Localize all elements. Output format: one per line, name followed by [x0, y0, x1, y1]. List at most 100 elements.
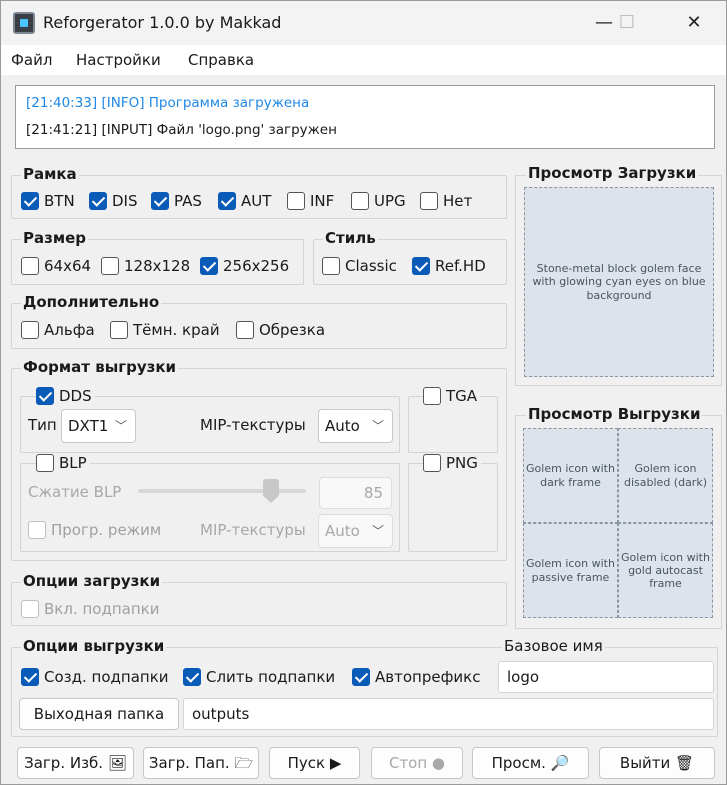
log-line: [21:40:33] [INFO] Программа загружена	[26, 95, 310, 111]
checkbox-box	[352, 668, 370, 686]
checkbox-box	[351, 192, 369, 210]
load-file-button[interactable]: Загр. Изб. 🖼	[17, 747, 134, 779]
checkbox-box	[89, 192, 107, 210]
checkbox-frame-dis[interactable]: DIS	[89, 192, 138, 210]
checkbox-box	[420, 192, 438, 210]
checkbox-box	[287, 192, 305, 210]
app-icon	[13, 12, 35, 34]
checkbox-label: Обрезка	[259, 321, 326, 339]
checkbox-style-classic[interactable]: Classic	[322, 257, 397, 275]
chevron-down-icon: ﹀	[371, 419, 384, 433]
menu-file[interactable]: Файл	[11, 51, 52, 69]
base-name-input[interactable]: logo	[498, 661, 714, 693]
checkbox-frame-aut[interactable]: AUT	[218, 192, 271, 210]
checkbox-box	[21, 257, 39, 275]
extra-group-label: Дополнительно	[21, 293, 162, 311]
checkbox-create-subfolders[interactable]: Созд. подпапки	[21, 668, 169, 686]
checkbox-box	[151, 192, 169, 210]
load-preview-label: Просмотр Загрузки	[526, 164, 699, 182]
checkbox-label: Вкл. подпапки	[44, 600, 160, 618]
checkbox-box	[21, 192, 39, 210]
checkbox-frame-btn[interactable]: BTN	[21, 192, 75, 210]
checkbox-label: Созд. подпапки	[44, 668, 169, 686]
checkbox-crop[interactable]: Обрезка	[236, 321, 325, 339]
checkbox-box	[28, 521, 46, 539]
size-group-label: Размер	[21, 229, 89, 247]
chevron-down-icon: ﹀	[371, 524, 384, 538]
view-button[interactable]: Просм. 🔎	[472, 747, 589, 779]
checkbox-style-refhd[interactable]: Ref.HD	[412, 257, 486, 275]
checkbox-tga[interactable]: TGA	[423, 387, 481, 405]
maximize-button: ☐	[618, 12, 636, 33]
dds-mip-label: MIP-текстуры	[200, 416, 306, 434]
checkbox-box	[21, 600, 39, 618]
checkbox-label: UPG	[374, 192, 406, 210]
checkbox-box	[36, 454, 54, 472]
checkbox-include-subfolders[interactable]: Вкл. подпапки	[21, 600, 159, 618]
checkbox-frame-upg[interactable]: UPG	[351, 192, 406, 210]
select-value: DXT1	[68, 417, 109, 435]
checkbox-box	[21, 668, 39, 686]
checkbox-label: Classic	[345, 257, 397, 275]
menu-bar: Файл Настройки Справка	[1, 45, 726, 75]
close-button[interactable]: ✕	[671, 7, 717, 39]
checkbox-box	[200, 257, 218, 275]
checkbox-label: BLP	[59, 454, 87, 472]
window-title: Reforgerator 1.0.0 by Makkad	[43, 13, 282, 32]
stop-button[interactable]: Стоп ●	[371, 747, 463, 779]
checkbox-box	[423, 387, 441, 405]
frame-group-label: Рамка	[21, 165, 79, 183]
checkbox-dark-edge[interactable]: Тёмн. край	[110, 321, 220, 339]
checkbox-box	[36, 387, 54, 405]
checkbox-size-64[interactable]: 64x64	[21, 257, 91, 275]
checkbox-label: 128x128	[124, 257, 191, 275]
checkbox-merge-subfolders[interactable]: Слить подпапки	[183, 668, 335, 686]
output-folder-button[interactable]: Выходная папка	[19, 698, 179, 730]
blp-compression-value[interactable]: 85	[319, 477, 392, 509]
checkbox-label: DIS	[112, 192, 138, 210]
checkbox-box	[218, 192, 236, 210]
base-name-label: Базовое имя	[502, 637, 605, 655]
output-folder-input[interactable]: outputs	[183, 698, 714, 730]
checkbox-png[interactable]: PNG	[423, 454, 481, 472]
start-button[interactable]: Пуск ▶	[269, 747, 360, 779]
checkbox-blp[interactable]: BLP	[36, 454, 90, 472]
checkbox-label: 64x64	[44, 257, 92, 275]
export-preview-tile: Golem icon with passive frame	[523, 523, 618, 618]
menu-help[interactable]: Справка	[188, 51, 254, 69]
checkbox-box	[183, 668, 201, 686]
dds-mip-select[interactable]: Auto ﹀	[318, 409, 393, 443]
checkbox-dds[interactable]: DDS	[36, 387, 95, 405]
checkbox-alpha[interactable]: Альфа	[21, 321, 95, 339]
checkbox-frame-none[interactable]: Нет	[420, 192, 472, 210]
select-value: Auto	[325, 522, 360, 540]
checkbox-frame-inf[interactable]: INF	[287, 192, 334, 210]
checkbox-label: Нет	[443, 192, 473, 210]
checkbox-label: AUT	[241, 192, 272, 210]
export-preview-tile: Golem icon disabled (dark)	[618, 428, 713, 523]
checkbox-label: Тёмн. край	[133, 321, 220, 339]
checkbox-frame-pas[interactable]: PAS	[151, 192, 202, 210]
checkbox-box	[110, 321, 128, 339]
checkbox-label: Прогр. режим	[51, 521, 162, 539]
export-format-group-label: Формат выгрузки	[21, 358, 179, 376]
log-panel[interactable]: [21:40:33] [INFO] Программа загружена [2…	[15, 85, 715, 149]
load-folder-button[interactable]: Загр. Пап. 🗁	[143, 747, 259, 779]
blp-compression-label: Сжатие BLP	[28, 483, 122, 501]
menu-settings[interactable]: Настройки	[76, 51, 161, 69]
export-preview-tile: Golem icon with dark frame	[523, 428, 618, 523]
checkbox-label: Альфа	[44, 321, 95, 339]
main-window: Reforgerator 1.0.0 by Makkad — ☐ ✕ Файл …	[0, 0, 727, 785]
checkbox-autoprefix[interactable]: Автопрефикс	[352, 668, 480, 686]
blp-mip-select[interactable]: Auto ﹀	[318, 514, 393, 548]
blp-mip-label: MIP-текстуры	[200, 521, 306, 539]
exit-button[interactable]: Выйти 🗑	[599, 747, 715, 779]
checkbox-size-256[interactable]: 256x256	[200, 257, 289, 275]
dds-type-select[interactable]: DXT1 ﹀	[61, 409, 136, 443]
checkbox-label: INF	[310, 192, 335, 210]
blp-compression-slider[interactable]	[138, 489, 306, 493]
png-subgroup	[408, 463, 498, 552]
checkbox-progressive[interactable]: Прогр. режим	[28, 521, 161, 539]
checkbox-size-128[interactable]: 128x128	[101, 257, 190, 275]
checkbox-box	[21, 321, 39, 339]
